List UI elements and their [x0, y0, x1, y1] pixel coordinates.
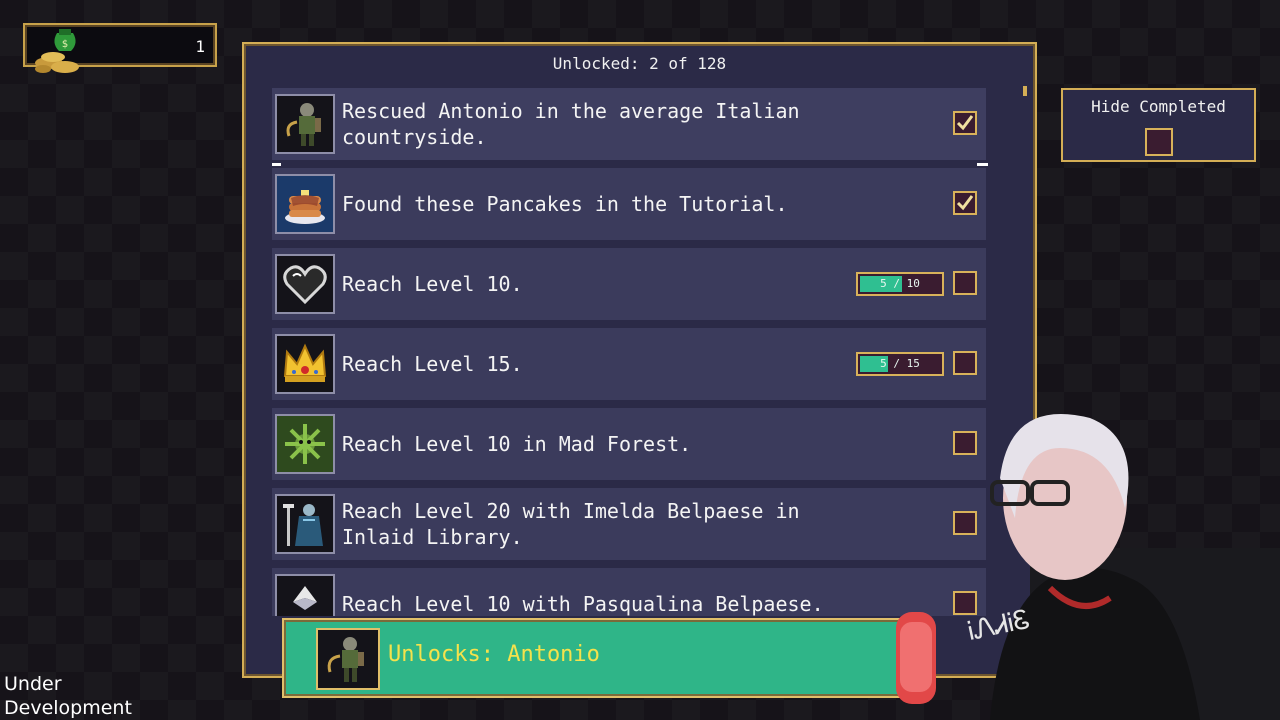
achievement-checkbox: [953, 351, 977, 375]
progress-label: 5 / 10: [880, 277, 920, 290]
achievement-checkbox: [953, 111, 977, 135]
pasqualina-icon: [275, 574, 335, 616]
scrollbar-thumb[interactable]: [1023, 86, 1027, 96]
achievement-row[interactable]: Found these Pancakes in the Tutorial.: [272, 168, 986, 240]
achievement-text: Reach Level 10 with Pasqualina Belpaese.: [342, 592, 824, 616]
achievement-row[interactable]: Reach Level 10. 5 / 10: [272, 248, 986, 320]
selection-corner: [977, 147, 988, 166]
unlocked-count: Unlocked: 2 of 128: [552, 54, 727, 73]
achievement-text: Reach Level 10 in Mad Forest.: [342, 432, 692, 456]
imelda-icon: [275, 494, 335, 554]
under-development-label: Under Development: [4, 672, 132, 720]
antonio-icon: [316, 628, 380, 690]
checkmark-icon: [956, 195, 974, 211]
dev-line-1: Under: [4, 673, 62, 695]
achievement-checkbox: [953, 271, 977, 295]
achievement-row[interactable]: Reach Level 20 with Imelda Belpaese in I…: [272, 488, 986, 560]
dev-line-2: Development: [4, 697, 132, 719]
progress-label: 5 / 15: [880, 357, 920, 370]
achievement-row[interactable]: Reach Level 10 with Pasqualina Belpaese.: [272, 568, 986, 616]
level-progress-bar: 5 / 10: [856, 272, 944, 296]
heart-icon: [275, 254, 335, 314]
svg-text:$: $: [62, 39, 68, 50]
achievement-row[interactable]: Reach Level 10 in Mad Forest.: [272, 408, 986, 480]
mad-forest-icon: [275, 414, 335, 474]
gold-counter: $ 1: [23, 23, 217, 73]
achievement-row[interactable]: Rescued Antonio in the average Italian c…: [272, 88, 988, 166]
webcam-overlay: ᎥᏁᏗᎥᏋ: [880, 408, 1280, 720]
money-bag-icon: $: [35, 29, 79, 73]
hide-completed-checkbox[interactable]: [1145, 128, 1173, 156]
achievement-text: Rescued Antonio in the average Italian c…: [342, 99, 800, 149]
achievement-row[interactable]: Reach Level 15. 5 / 15: [272, 328, 986, 400]
achievement-text: Reach Level 15.: [342, 352, 523, 376]
level-progress-bar: 5 / 15: [856, 352, 944, 376]
pancakes-icon: [275, 174, 335, 234]
antonio-icon: [275, 94, 335, 154]
checkmark-icon: [956, 115, 974, 131]
unlock-banner: Unlocks: Antonio: [282, 618, 922, 698]
achievement-checkbox: [953, 191, 977, 215]
achievement-text: Reach Level 20 with Imelda Belpaese in I…: [342, 499, 800, 549]
achievement-text: Reach Level 10.: [342, 272, 523, 296]
hide-completed-label: Hide Completed: [1091, 97, 1226, 116]
crown-icon: [275, 334, 335, 394]
selection-corner: [977, 88, 988, 101]
gold-amount: 1: [195, 37, 205, 56]
achievement-text: Found these Pancakes in the Tutorial.: [342, 192, 788, 216]
hide-completed-panel: Hide Completed: [1061, 88, 1256, 162]
unlock-text: Unlocks: Antonio: [388, 642, 600, 667]
